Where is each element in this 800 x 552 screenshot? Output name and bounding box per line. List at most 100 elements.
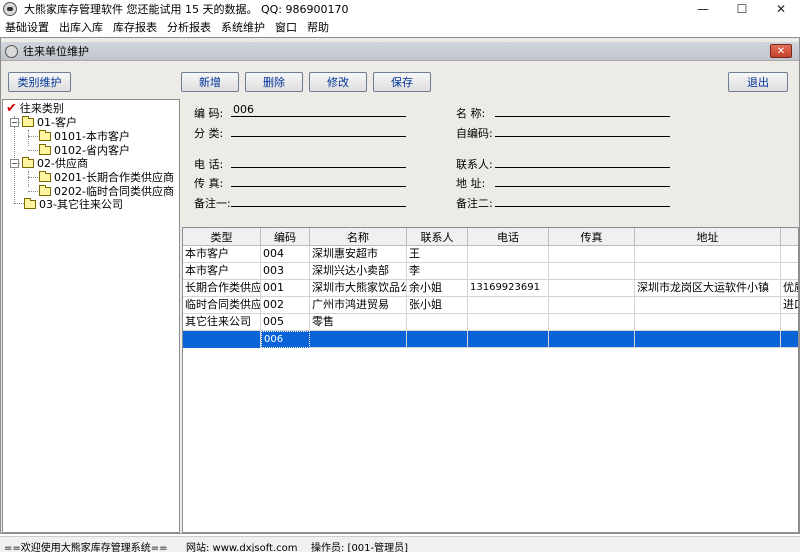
folder-icon [22, 156, 34, 168]
cell-contact [407, 314, 468, 331]
collapse-icon[interactable]: − [10, 158, 19, 168]
address-label: 地 址: [456, 177, 486, 190]
cell-phone [468, 263, 549, 280]
menu-stock-in-out[interactable]: 出库入库 [54, 19, 108, 35]
col-phone[interactable]: 电话 [468, 228, 549, 246]
menu-window[interactable]: 窗口 [270, 19, 302, 35]
col-type[interactable]: 类型 [183, 228, 261, 246]
auto-code-field[interactable] [495, 123, 670, 137]
cell-fax [549, 263, 635, 280]
close-button[interactable]: ✕ [758, 0, 800, 18]
cell-phone: 13169923691 [468, 280, 549, 297]
cell-address [635, 263, 781, 280]
status-operator: 操作员: [001-管理员] [311, 543, 409, 552]
col-remark[interactable] [781, 228, 798, 246]
tree-node-label: 03-其它往来公司 [39, 198, 123, 211]
menu-system-maintenance[interactable]: 系统维护 [216, 19, 270, 35]
cell-remark [781, 263, 798, 280]
cell-address [635, 331, 781, 348]
name-label: 名 称: [456, 107, 486, 120]
menu-help[interactable]: 帮助 [302, 19, 334, 35]
cell-name [310, 331, 407, 348]
cell-fax [549, 280, 635, 297]
partner-maintenance-window: 往来单位维护 ✕ 类别维护 新增 删除 修改 保存 退出 ✔ 往来类别 − 01… [0, 37, 800, 534]
code-field[interactable]: 006 [231, 103, 406, 117]
bear-app-icon [3, 2, 17, 16]
cell-fax [549, 331, 635, 348]
category-maintenance-button[interactable]: 类别维护 [8, 72, 71, 92]
folder-icon [39, 170, 51, 182]
folder-icon [22, 115, 34, 127]
status-welcome: ==欢迎使用大熊家库存管理系统== [4, 543, 168, 552]
menu-analysis-report[interactable]: 分析报表 [162, 19, 216, 35]
phone-field[interactable] [231, 154, 406, 168]
table-row[interactable]: 本市客户 003 深圳兴达小卖部 李 [183, 263, 798, 280]
partner-grid[interactable]: 类型 编码 名称 联系人 电话 传真 地址 本市客户 004 深圳惠安超市 王 … [182, 227, 799, 533]
tree-node-other[interactable]: 03-其它往来公司 [24, 197, 123, 211]
exit-button[interactable]: 退出 [728, 72, 788, 92]
child-close-button[interactable]: ✕ [770, 44, 792, 58]
cell-contact: 李 [407, 263, 468, 280]
cell-remark [781, 246, 798, 263]
address-field[interactable] [495, 173, 670, 187]
cell-remark [781, 331, 798, 348]
name-field[interactable] [495, 103, 670, 117]
table-row[interactable]: 本市客户 004 深圳惠安超市 王 [183, 246, 798, 263]
cell-name: 零售 [310, 314, 407, 331]
table-row[interactable]: 其它往来公司 005 零售 [183, 314, 798, 331]
tree-node-long-term-supplier[interactable]: 0201-长期合作类供应商 [39, 170, 174, 184]
delete-button[interactable]: 删除 [245, 72, 303, 92]
cell-type [183, 331, 261, 348]
cell-name: 深圳兴达小卖部 [310, 263, 407, 280]
cell-remark [781, 314, 798, 331]
tree-node-customer[interactable]: − 01-客户 [10, 115, 77, 129]
fax-field[interactable] [231, 173, 406, 187]
table-row[interactable]: 长期合作类供应商 001 深圳市大熊家饮品公司 余小姐 13169923691 … [183, 280, 798, 297]
category-tree[interactable]: ✔ 往来类别 − 01-客户 0101-本市客户 0102-省内客户 − 02-… [2, 99, 180, 533]
cell-contact: 王 [407, 246, 468, 263]
save-button[interactable]: 保存 [373, 72, 431, 92]
tree-node-city-customer[interactable]: 0101-本市客户 [39, 129, 130, 143]
cell-fax [549, 246, 635, 263]
new-button[interactable]: 新增 [181, 72, 239, 92]
menu-basic-settings[interactable]: 基础设置 [0, 19, 54, 35]
cell-code: 004 [261, 246, 310, 263]
table-row[interactable]: 临时合同类供应商 002 广州市鸿进贸易 张小姐 进口 [183, 297, 798, 314]
cell-phone [468, 246, 549, 263]
detail-form: 编 码: 006 名 称: 分 类: 自编码: 电 话: 联系人: 传 真: 地… [183, 99, 799, 221]
col-address[interactable]: 地址 [635, 228, 781, 246]
contact-field[interactable] [495, 154, 670, 168]
cell-remark: 优质 [781, 280, 798, 297]
cell-phone [468, 297, 549, 314]
collapse-icon[interactable]: − [10, 117, 19, 127]
window-title: 大熊家库存管理软件 您还能试用 15 天的数据。 QQ: 986900170 [24, 3, 349, 16]
cell-type: 临时合同类供应商 [183, 297, 261, 314]
cell-type: 本市客户 [183, 263, 261, 280]
cell-phone [468, 331, 549, 348]
category-field[interactable] [231, 123, 406, 137]
tree-node-supplier[interactable]: − 02-供应商 [10, 156, 88, 170]
cell-address: 深圳市龙岗区大运软件小镇 [635, 280, 781, 297]
note2-field[interactable] [495, 193, 670, 207]
menu-inventory-report[interactable]: 库存报表 [108, 19, 162, 35]
note1-field[interactable] [231, 193, 406, 207]
cell-type: 长期合作类供应商 [183, 280, 261, 297]
menu-bar: 基础设置 出库入库 库存报表 分析报表 系统维护 窗口 帮助 [0, 18, 800, 36]
cell-code: 001 [261, 280, 310, 297]
tree-root[interactable]: ✔ 往来类别 [6, 100, 64, 116]
cell-type: 其它往来公司 [183, 314, 261, 331]
phone-label: 电 话: [194, 158, 224, 171]
cell-code: 005 [261, 314, 310, 331]
cell-code[interactable]: 006 [261, 331, 310, 348]
col-fax[interactable]: 传真 [549, 228, 635, 246]
col-code[interactable]: 编码 [261, 228, 310, 246]
folder-icon [39, 184, 51, 196]
col-contact[interactable]: 联系人 [407, 228, 468, 246]
bear-app-icon [5, 44, 18, 58]
cell-address [635, 246, 781, 263]
selected-table-row[interactable]: 006 [183, 331, 798, 348]
edit-button[interactable]: 修改 [309, 72, 367, 92]
status-website: 网站: www.dxjsoft.com [186, 543, 298, 552]
col-name[interactable]: 名称 [310, 228, 407, 246]
red-check-icon: ✔ [6, 100, 17, 116]
